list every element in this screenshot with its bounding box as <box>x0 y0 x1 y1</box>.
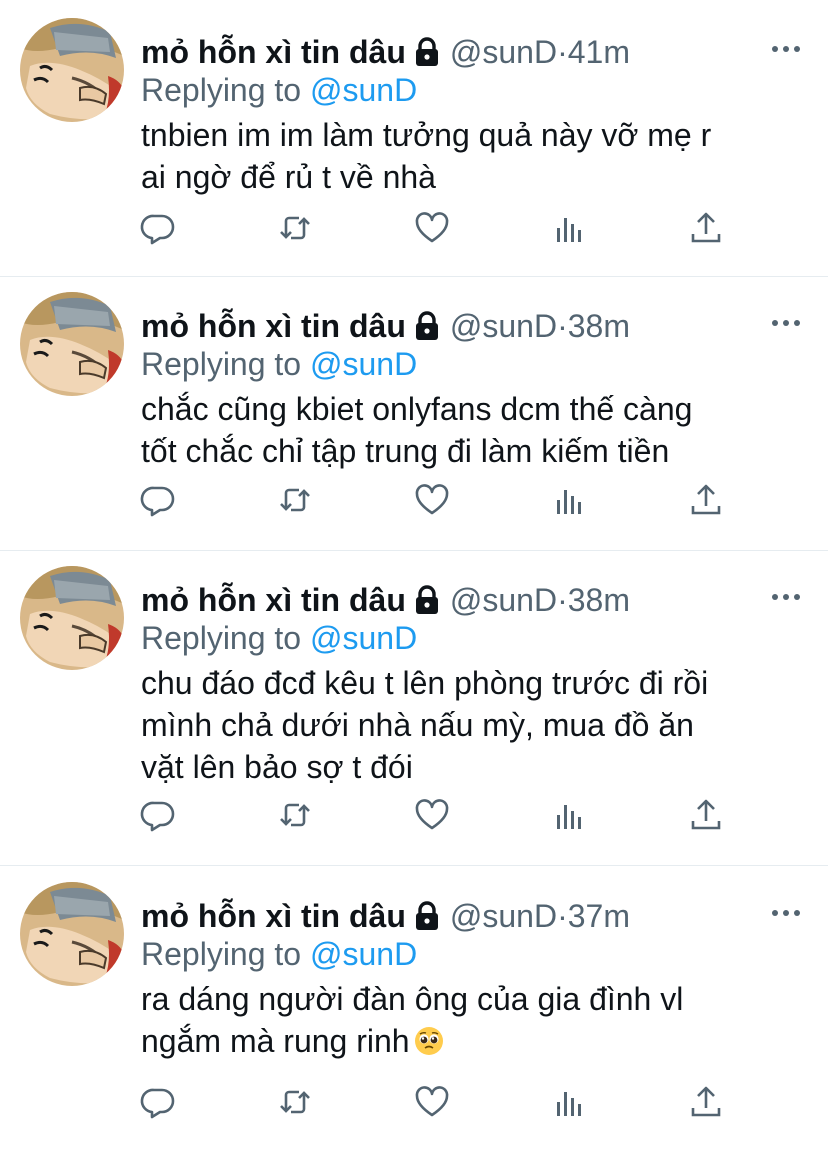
tweet-text-line: chắc cũng kbiet onlyfans dcm thế càng <box>141 388 811 430</box>
display-name[interactable]: mỏ hỗn xì tin dâu <box>141 582 406 619</box>
tweet-text-content: ngắm mà rung rinh <box>141 1023 410 1059</box>
heart-icon[interactable] <box>414 482 450 518</box>
replying-to: Replying to @sunD <box>141 346 417 383</box>
user-handle[interactable]: @sunD <box>450 582 557 619</box>
timestamp[interactable]: 38m <box>568 582 630 619</box>
tweet-header: mỏ hỗn xì tin dâu @sunD · 38m <box>141 306 630 346</box>
share-icon[interactable] <box>688 482 724 518</box>
replying-label: Replying to <box>141 72 310 108</box>
lock-icon <box>410 583 444 617</box>
separator-dot: · <box>557 307 568 344</box>
more-dots-icon[interactable] <box>770 308 802 338</box>
tweet-text-line: vặt lên bảo sợ t đói <box>141 746 811 788</box>
tweet-divider <box>0 865 828 866</box>
avatar[interactable] <box>20 18 124 122</box>
separator-dot: · <box>557 897 568 934</box>
tweet-divider <box>0 276 828 277</box>
tweet-text: tnbien im im làm tưởng quả này vỡ mẹ r ai… <box>141 114 811 198</box>
avatar[interactable] <box>20 882 124 986</box>
share-icon[interactable] <box>688 210 724 246</box>
replying-label: Replying to <box>141 346 310 382</box>
replying-to: Replying to @sunD <box>141 72 417 109</box>
heart-icon[interactable] <box>414 1084 450 1120</box>
user-handle[interactable]: @sunD <box>450 34 557 71</box>
reply-icon[interactable] <box>140 210 176 246</box>
display-name[interactable]: mỏ hỗn xì tin dâu <box>141 898 406 935</box>
retweet-icon[interactable] <box>277 1084 313 1120</box>
analytics-icon[interactable] <box>552 482 588 518</box>
separator-dot: · <box>557 581 568 618</box>
replying-handle-link[interactable]: @sunD <box>310 346 417 382</box>
tweet-text-line: tnbien im im làm tưởng quả này vỡ mẹ r <box>141 114 811 156</box>
reply-icon[interactable] <box>140 482 176 518</box>
tweet-text: chu đáo đcđ kêu t lên phòng trước đi rồi… <box>141 662 811 788</box>
user-handle[interactable]: @sunD <box>450 898 557 935</box>
tweet-text-content: chắc cũng kbiet onlyfans dcm thế càng <box>141 391 693 427</box>
replying-label: Replying to <box>141 620 310 656</box>
analytics-icon[interactable] <box>552 210 588 246</box>
more-dots-icon[interactable] <box>770 34 802 64</box>
tweet-text-line: tốt chắc chỉ tập trung đi làm kiếm tiền <box>141 430 811 472</box>
heart-icon[interactable] <box>414 210 450 246</box>
analytics-icon[interactable] <box>552 1084 588 1120</box>
tweet-text-content: tốt chắc chỉ tập trung đi làm kiếm tiền <box>141 433 670 469</box>
tweet-text-line: mình chả dưới nhà nấu mỳ, mua đồ ăn <box>141 704 811 746</box>
more-dots-icon[interactable] <box>770 898 802 928</box>
timestamp[interactable]: 38m <box>568 308 630 345</box>
tweet-header: mỏ hỗn xì tin dâu @sunD · 37m <box>141 896 630 936</box>
replying-handle-link[interactable]: @sunD <box>310 936 417 972</box>
avatar[interactable] <box>20 292 124 396</box>
tweet-text: ra dáng người đàn ông của gia đình vl ngắ… <box>141 978 811 1062</box>
pleading-face-emoji <box>414 1024 444 1055</box>
share-icon[interactable] <box>688 1084 724 1120</box>
retweet-icon[interactable] <box>277 210 313 246</box>
retweet-icon[interactable] <box>277 797 313 833</box>
heart-icon[interactable] <box>414 797 450 833</box>
tweet-divider <box>0 550 828 551</box>
timestamp[interactable]: 37m <box>568 898 630 935</box>
replying-handle-link[interactable]: @sunD <box>310 72 417 108</box>
user-handle[interactable]: @sunD <box>450 308 557 345</box>
timestamp[interactable]: 41m <box>568 34 630 71</box>
replying-handle-link[interactable]: @sunD <box>310 620 417 656</box>
tweet-text-content: ai ngờ để rủ t về nhà <box>141 159 436 195</box>
lock-icon <box>410 309 444 343</box>
tweet-text-content: mình chả dưới nhà nấu mỳ, mua đồ ăn <box>141 707 694 743</box>
tweet-header: mỏ hỗn xì tin dâu @sunD · 38m <box>141 580 630 620</box>
tweet-text-line: chu đáo đcđ kêu t lên phòng trước đi rồi <box>141 662 811 704</box>
tweet-text-line: ai ngờ để rủ t về nhà <box>141 156 811 198</box>
tweet-text-content: ra dáng người đàn ông của gia đình vl <box>141 981 684 1017</box>
lock-icon <box>410 899 444 933</box>
reply-icon[interactable] <box>140 1084 176 1120</box>
display-name[interactable]: mỏ hỗn xì tin dâu <box>141 308 406 345</box>
avatar[interactable] <box>20 566 124 670</box>
replying-label: Replying to <box>141 936 310 972</box>
separator-dot: · <box>557 33 568 70</box>
tweet-text-content: chu đáo đcđ kêu t lên phòng trước đi rồi <box>141 665 709 701</box>
tweet-text: chắc cũng kbiet onlyfans dcm thế càng tốt… <box>141 388 811 472</box>
replying-to: Replying to @sunD <box>141 936 417 973</box>
tweet-header: mỏ hỗn xì tin dâu @sunD · 41m <box>141 32 630 72</box>
tweet-text-line: ra dáng người đàn ông của gia đình vl <box>141 978 811 1020</box>
display-name[interactable]: mỏ hỗn xì tin dâu <box>141 34 406 71</box>
retweet-icon[interactable] <box>277 482 313 518</box>
lock-icon <box>410 35 444 69</box>
analytics-icon[interactable] <box>552 797 588 833</box>
tweet-text-line: ngắm mà rung rinh <box>141 1020 811 1062</box>
tweet-text-content: vặt lên bảo sợ t đói <box>141 749 413 785</box>
reply-icon[interactable] <box>140 797 176 833</box>
replying-to: Replying to @sunD <box>141 620 417 657</box>
tweet-text-content: tnbien im im làm tưởng quả này vỡ mẹ r <box>141 117 712 153</box>
more-dots-icon[interactable] <box>770 582 802 612</box>
share-icon[interactable] <box>688 797 724 833</box>
